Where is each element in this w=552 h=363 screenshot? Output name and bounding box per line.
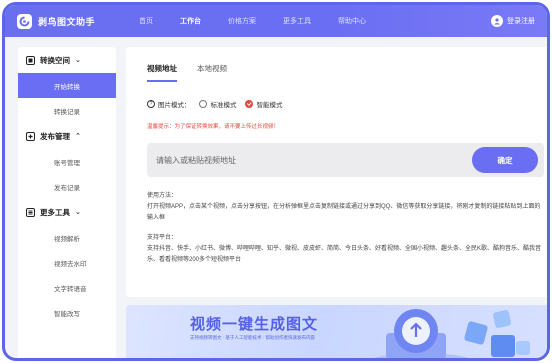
app-name: 剥鸟图文助手 — [38, 16, 96, 27]
usage-title: 使用方法： — [147, 193, 178, 199]
video-url-input[interactable] — [156, 155, 456, 165]
sidebar-item-remove-watermark[interactable]: 视频去水印 — [18, 250, 116, 275]
sidebar-group-convert-space[interactable]: 转换空间 ⌄ — [18, 47, 116, 73]
main-nav: 首页 工作台 价格方案 更多工具 帮助中心 — [139, 12, 393, 30]
question-icon[interactable]: ? — [147, 100, 155, 108]
app-window: 剥鸟图文助手 首页 工作台 价格方案 更多工具 帮助中心 登录注册 转换空间 ⌄… — [2, 2, 550, 361]
app-logo[interactable]: 剥鸟图文助手 — [17, 13, 96, 29]
source-tabs: 视频地址 本地视频 — [147, 63, 247, 82]
image-mode-selector: ? 图片模式： 标准模式 智能模式 — [147, 99, 283, 109]
nav-more-tools[interactable]: 更多工具 — [283, 12, 311, 30]
logo-icon — [17, 13, 32, 29]
sidebar: 转换空间 ⌄ 开始转换 转换记录 发布管理 ⌃ 账号管理 发布记录 更多工具 ⌄… — [18, 47, 116, 361]
nav-home[interactable]: 首页 — [139, 12, 153, 30]
publish-icon — [26, 131, 35, 141]
confirm-button[interactable]: 确定 — [472, 147, 538, 173]
radio-smart-mode[interactable] — [244, 100, 253, 108]
cloud-upload-illustration-icon — [373, 309, 530, 358]
radio-standard-mode[interactable] — [198, 100, 207, 108]
sidebar-group-publish-manage[interactable]: 发布管理 ⌃ — [18, 123, 116, 149]
tab-video-url[interactable]: 视频地址 — [147, 63, 177, 82]
video-url-box: 确定 — [147, 143, 544, 177]
sidebar-item-publish-records[interactable]: 发布记录 — [18, 174, 116, 199]
sidebar-item-text-to-speech[interactable]: 文字转语音 — [18, 275, 116, 300]
sidebar-group-label: 转换空间 — [40, 55, 70, 65]
sidebar-group-label: 发布管理 — [40, 131, 70, 141]
sidebar-item-video-parse[interactable]: 视频解析 — [18, 225, 116, 250]
main-panel: 视频地址 本地视频 ? 图片模式： 标准模式 智能模式 温馨提示：为了保证转换效… — [126, 47, 547, 297]
sidebar-item-smart-rewrite[interactable]: 智能改写 — [18, 300, 116, 325]
chevron-down-icon: ⌄ — [75, 209, 81, 216]
platform-title: 支持平台： — [147, 235, 178, 241]
promo-banner[interactable]: 视频一键生成图文 支持视频转图文 · 基于人工智能技术 · 帮助创作者快速发布内… — [126, 305, 547, 358]
nav-workbench[interactable]: 工作台 — [180, 12, 201, 30]
tools-icon — [26, 207, 35, 217]
sidebar-item-start-convert[interactable]: 开始转换 — [18, 73, 116, 98]
login-register-label: 登录注册 — [507, 18, 535, 25]
banner-subtitle: 支持视频转图文 · 基于人工智能技术 · 帮助创作者快速发布内容 — [190, 335, 315, 340]
banner-title: 视频一键生成图文 — [190, 316, 319, 333]
image-mode-label: 图片模式： — [158, 102, 191, 109]
standard-mode-label[interactable]: 标准模式 — [211, 99, 237, 109]
top-navigation-bar: 剥鸟图文助手 首页 工作台 价格方案 更多工具 帮助中心 登录注册 — [5, 5, 547, 37]
sidebar-item-account-manage[interactable]: 账号管理 — [18, 149, 116, 174]
nav-help-center[interactable]: 帮助中心 — [338, 12, 366, 30]
usage-instructions: 使用方法： 打开视频APP，点击某个视频，点击分享按钮，在分析弹框里点击复制链接… — [147, 191, 542, 266]
nav-pricing[interactable]: 价格方案 — [228, 12, 256, 30]
login-register-button[interactable]: 登录注册 — [491, 5, 535, 37]
platform-text: 支持抖音、快手、小红书、微博、哔哩哔哩、知乎、微视、皮皮虾、简简、今日头条、好看… — [147, 246, 542, 263]
sidebar-group-more-tools[interactable]: 更多工具 ⌄ — [18, 199, 116, 225]
support-avatar-icon[interactable] — [58, 359, 76, 361]
usage-text: 打开视频APP，点击某个视频，点击分享按钮，在分析弹框里点击复制链接或通过分享到… — [147, 204, 541, 221]
sidebar-group-label: 更多工具 — [40, 207, 70, 217]
tab-local-video[interactable]: 本地视频 — [197, 63, 227, 82]
sidebar-item-convert-records[interactable]: 转换记录 — [18, 98, 116, 123]
warning-tip: 温馨提示：为了保证转换效果，请不要上传过长视频！ — [147, 124, 280, 130]
smart-mode-label[interactable]: 智能模式 — [257, 99, 283, 109]
user-icon — [491, 15, 503, 27]
convert-icon — [26, 55, 35, 65]
chevron-down-icon: ⌄ — [75, 57, 81, 64]
chevron-up-icon: ⌃ — [75, 133, 81, 140]
